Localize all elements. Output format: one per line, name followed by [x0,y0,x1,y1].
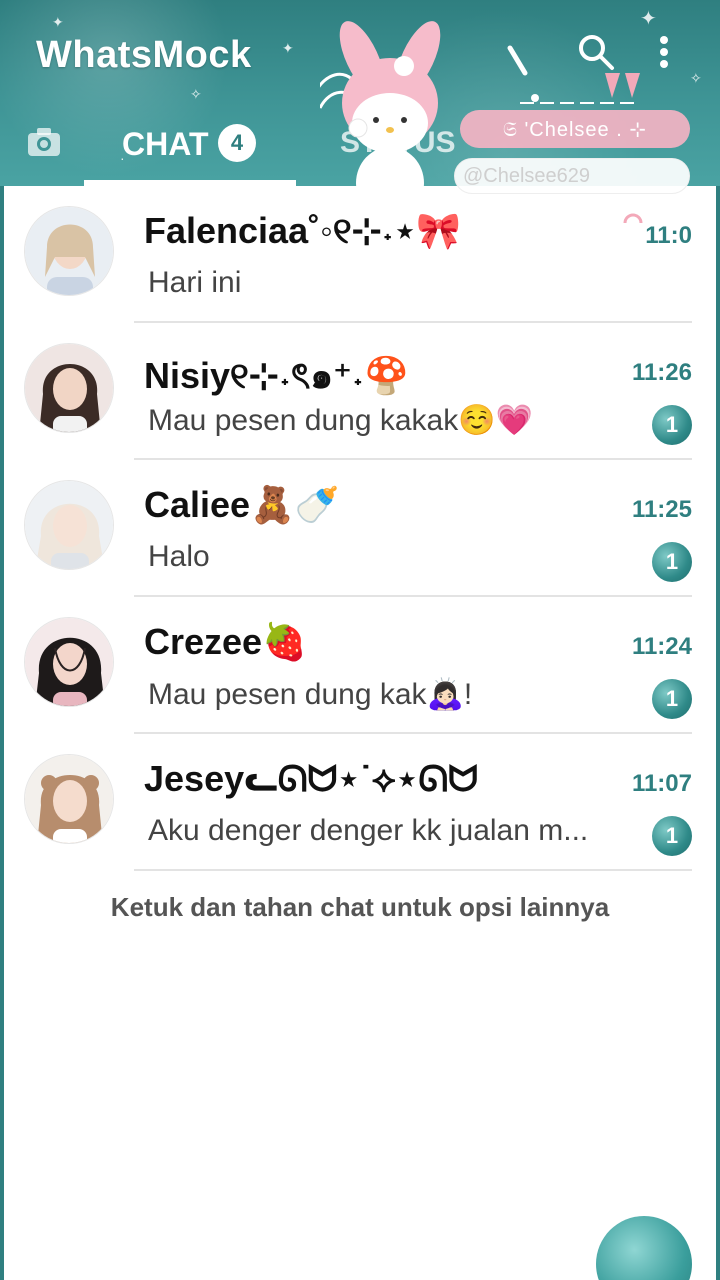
tab-status[interactable]: STATUS [340,126,456,160]
unread-badge: 1 [652,405,692,445]
search-icon[interactable] [576,32,616,72]
tab-chat[interactable]: CHAT 4 [84,110,296,186]
more-vertical-icon[interactable] [652,32,676,72]
avatar[interactable] [24,206,114,296]
chat-preview: Mau pesen dung kakak☺️💗 [148,404,533,437]
tab-chat-label: CHAT [122,126,209,162]
chat-preview: Hari ini [148,266,242,299]
chat-time: 11:07 [631,770,692,797]
long-press-hint: Ketuk dan tahan chat untuk opsi lainnya [110,892,610,922]
chat-name: Falenciaa˚◦୧⊹˖⋆🎀 [144,210,462,251]
chat-name: Nisiy୧⊹˖ৎ๑⁺˖🍄 [144,355,409,396]
row-divider [134,869,692,871]
chat-row-jesey[interactable]: Jeseyᓚᘏᗢ⋆˙⟡⋆ᘏᗢ 11:07 Aku denger denger k… [0,734,720,871]
chat-name: Caliee🧸🍼 [144,484,340,525]
avatar[interactable] [24,480,114,570]
chat-preview: Halo [148,540,210,573]
chat-row-nisiy[interactable]: Nisiy୧⊹˖ৎ๑⁺˖🍄 11:26 Mau pesen dung kakak… [0,323,720,460]
sticker-name-label: 𝔖 'Chelsee . ⊹ [460,110,690,148]
app-title: WhatsMock [36,34,252,76]
chat-row-crezee[interactable]: Crezee🍓 11:24 Mau pesen dung kak🙇🏻‍♀️! 1 [0,597,720,734]
chat-preview: Aku denger denger kk jualan m... [148,814,589,847]
chat-row-falenciaa[interactable]: Falenciaa˚◦୧⊹˖⋆🎀 11:0 Hari ini [0,186,720,323]
chat-time: 11:0 [645,222,692,249]
chat-time: 11:26 [631,359,692,386]
chat-time: 11:24 [631,633,692,660]
unread-badge: 1 [652,679,692,719]
chat-time: 11:25 [631,496,692,523]
tab-chat-badge: 4 [218,124,256,162]
chat-name: Crezee🍓 [144,621,307,662]
unread-badge: 1 [652,542,692,582]
chat-preview: Mau pesen dung kak🙇🏻‍♀️! [148,678,473,711]
avatar[interactable] [24,754,114,844]
chat-row-caliee[interactable]: Caliee🧸🍼 11:25 Halo 1 [0,460,720,597]
new-chat-button[interactable] [596,1216,692,1280]
chat-name: Jeseyᓚᘏᗢ⋆˙⟡⋆ᘏᗢ [144,758,479,799]
avatar[interactable] [24,617,114,707]
camera-icon[interactable] [24,122,64,162]
unread-badge: 1 [652,816,692,856]
avatar[interactable] [24,343,114,433]
